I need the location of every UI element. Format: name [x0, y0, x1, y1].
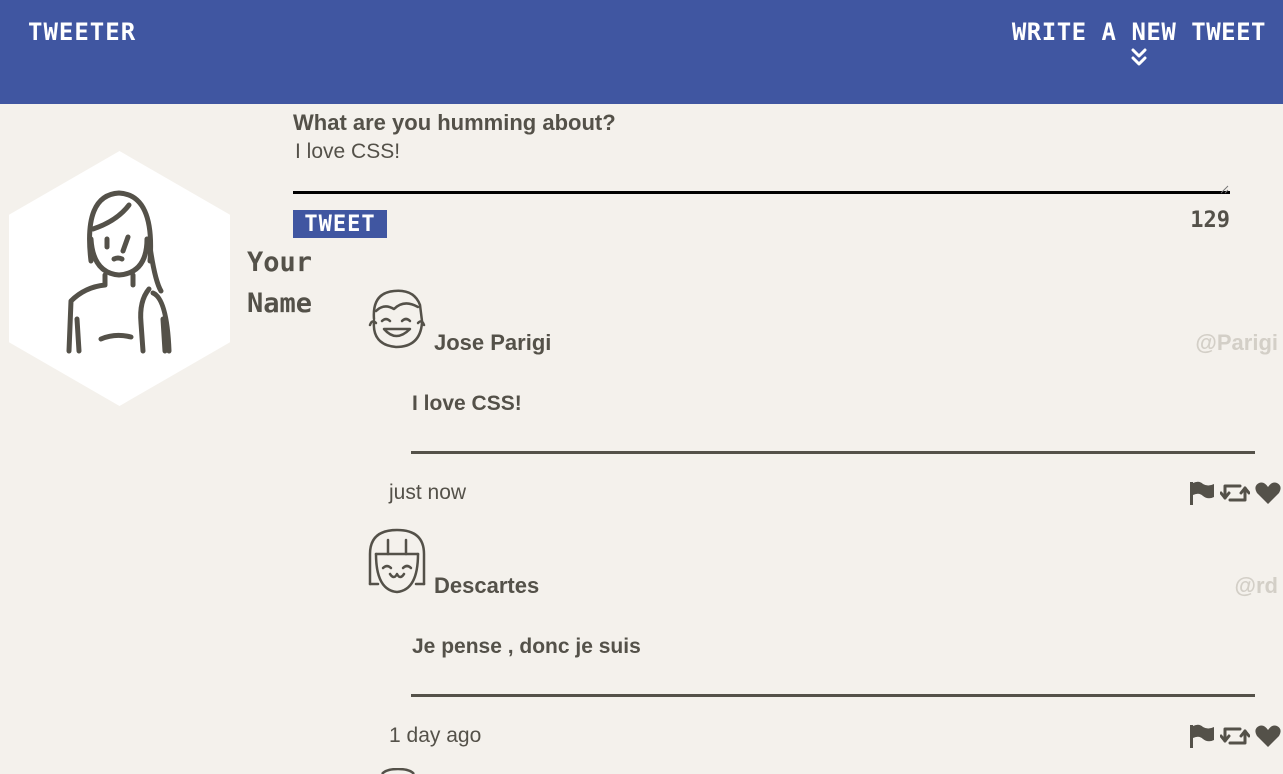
tweet-avatar-icon — [368, 289, 426, 349]
profile-name-first: Your — [247, 247, 313, 278]
heart-icon[interactable] — [1255, 723, 1281, 754]
tweet-divider — [411, 694, 1255, 697]
tweet-textarea[interactable]: I love CSS! — [293, 138, 1230, 194]
profile-name: Your Name — [247, 242, 347, 324]
profile-name-last: Name — [247, 288, 313, 319]
write-new-tweet-button[interactable]: WRITE A NEW TWEET — [1012, 18, 1266, 66]
write-new-tweet-label: WRITE A NEW TWEET — [1011, 18, 1266, 46]
tweet-card: Descartes @rd Je pense , donc je suis 1 … — [368, 528, 1283, 753]
tweet-divider — [411, 451, 1255, 454]
flag-icon[interactable] — [1189, 480, 1215, 511]
new-tweet-form: What are you humming about? I love CSS! … — [293, 110, 1230, 238]
retweet-icon[interactable] — [1219, 723, 1251, 754]
character-counter: 129 — [1190, 208, 1230, 233]
tweet-avatar-icon — [381, 768, 415, 774]
tweet-handle[interactable]: @rd — [1235, 573, 1278, 599]
brand-logo[interactable]: TWEETER — [28, 18, 136, 46]
profile-avatar-icon — [9, 151, 230, 406]
tweet-avatar-icon — [368, 528, 426, 594]
heart-icon[interactable] — [1255, 480, 1281, 511]
tweet-actions — [1189, 480, 1281, 506]
tweet-content: I love CSS! — [412, 392, 522, 415]
tweet-content: Je pense , donc je suis — [412, 635, 641, 658]
resize-grip-icon[interactable] — [1219, 184, 1229, 194]
tweet-author[interactable]: Descartes — [434, 573, 539, 599]
chevrons-down-icon — [1131, 48, 1147, 66]
tweet-timestamp: just now — [389, 481, 467, 504]
tweet-submit-button[interactable]: TWEET — [293, 210, 387, 238]
top-nav: TWEETER WRITE A NEW TWEET — [0, 0, 1283, 104]
compose-prompt: What are you humming about? — [293, 110, 616, 135]
tweet-actions — [1189, 723, 1281, 749]
tweet-timestamp: 1 day ago — [389, 724, 482, 747]
flag-icon[interactable] — [1189, 723, 1215, 754]
tweet-author[interactable]: Jose Parigi — [434, 330, 551, 356]
retweet-icon[interactable] — [1219, 480, 1251, 511]
tweet-card: Jose Parigi @Parigi I love CSS! just now — [368, 285, 1283, 510]
tweet-handle[interactable]: @Parigi — [1195, 330, 1278, 356]
